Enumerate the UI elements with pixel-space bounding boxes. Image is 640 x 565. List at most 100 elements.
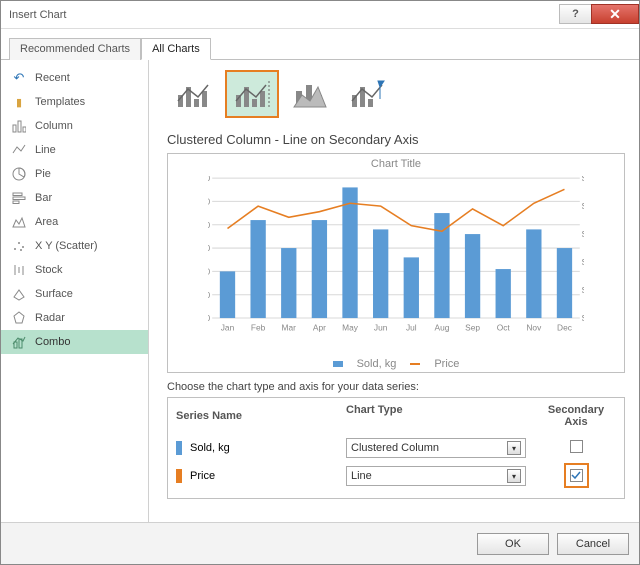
svg-text:100: 100	[208, 267, 210, 277]
sidebar-item-label: Templates	[35, 96, 85, 108]
svg-text:$1.00: $1.00	[582, 313, 584, 323]
sidebar-item-label: Radar	[35, 312, 65, 324]
subtype-row	[167, 70, 625, 118]
templates-icon: ▮	[11, 94, 27, 110]
help-button[interactable]: ?	[559, 4, 591, 24]
chart-category-sidebar: ↶ Recent ▮ Templates Column Line Pie B	[1, 60, 149, 522]
series-type-dropdown-1[interactable]: Clustered Column ▾	[346, 438, 526, 458]
chart-title: Chart Title	[168, 154, 624, 170]
sidebar-item-pie[interactable]: Pie	[1, 162, 148, 186]
window-title: Insert Chart	[9, 9, 559, 21]
chevron-down-icon: ▾	[507, 441, 521, 455]
series-swatch-1	[176, 441, 182, 455]
secondary-axis-checkbox-1[interactable]	[570, 440, 583, 453]
surface-icon	[11, 286, 27, 302]
sidebar-item-column[interactable]: Column	[1, 114, 148, 138]
sidebar-item-label: Column	[35, 120, 73, 132]
chart-subtype-name: Clustered Column - Line on Secondary Axi…	[167, 132, 625, 147]
chart-plot: Jan Feb Mar Apr May Jun Jul Aug Sep Oct Nov Dec 0 50…	[208, 176, 584, 333]
svg-text:Mar: Mar	[282, 323, 297, 333]
chart-legend: Sold, kg Price	[168, 358, 624, 370]
dialog-body: ↶ Recent ▮ Templates Column Line Pie B	[1, 60, 639, 522]
sidebar-item-label: Line	[35, 144, 56, 156]
series-row-2: Price Line ▾	[176, 462, 616, 490]
sidebar-item-combo[interactable]: Combo	[1, 330, 148, 354]
svg-text:Dec: Dec	[557, 323, 572, 333]
svg-text:$4.00: $4.00	[582, 229, 584, 239]
subtype-combo-3[interactable]	[283, 70, 337, 118]
svg-text:$6.00: $6.00	[582, 176, 584, 183]
svg-text:Aug: Aug	[435, 323, 450, 333]
titlebar: Insert Chart ? ✕	[1, 1, 639, 29]
sidebar-item-label: Stock	[35, 264, 63, 276]
radar-icon	[11, 310, 27, 326]
check-icon	[571, 470, 581, 480]
scatter-icon	[11, 238, 27, 254]
sidebar-item-label: X Y (Scatter)	[35, 240, 98, 252]
sidebar-item-surface[interactable]: Surface	[1, 282, 148, 306]
series-name-1: Sold, kg	[190, 442, 230, 454]
svg-text:Jan: Jan	[221, 323, 235, 333]
chevron-down-icon: ▾	[507, 469, 521, 483]
sidebar-item-templates[interactable]: ▮ Templates	[1, 90, 148, 114]
svg-text:300: 300	[208, 176, 210, 183]
svg-text:Oct: Oct	[497, 323, 511, 333]
secondary-axis-checkbox-2[interactable]	[570, 469, 583, 482]
sidebar-item-label: Recent	[35, 72, 70, 84]
sidebar-item-label: Area	[35, 216, 58, 228]
svg-text:May: May	[342, 323, 359, 333]
subtype-combo-4[interactable]	[341, 70, 395, 118]
svg-text:150: 150	[208, 243, 210, 253]
legend-swatch-1	[333, 361, 343, 367]
series-row-1: Sold, kg Clustered Column ▾	[176, 434, 616, 462]
header-series-name: Series Name	[176, 404, 346, 428]
svg-text:Apr: Apr	[313, 323, 326, 333]
svg-text:$2.00: $2.00	[582, 285, 584, 295]
bar-icon	[11, 190, 27, 206]
legend-label-2: Price	[434, 358, 459, 370]
tab-recommended[interactable]: Recommended Charts	[9, 38, 141, 60]
sidebar-item-area[interactable]: Area	[1, 210, 148, 234]
pie-icon	[11, 166, 27, 182]
tab-all-charts[interactable]: All Charts	[141, 38, 211, 60]
svg-text:50: 50	[208, 290, 210, 300]
svg-text:Sep: Sep	[465, 323, 480, 333]
svg-text:0: 0	[208, 313, 210, 323]
choose-series-label: Choose the chart type and axis for your …	[167, 381, 625, 393]
sidebar-item-recent[interactable]: ↶ Recent	[1, 66, 148, 90]
svg-text:200: 200	[208, 220, 210, 230]
legend-swatch-2	[410, 363, 420, 365]
subtype-combo-2[interactable]	[225, 70, 279, 118]
sidebar-item-label: Surface	[35, 288, 73, 300]
svg-text:Feb: Feb	[251, 323, 266, 333]
combo-icon	[11, 334, 27, 350]
sidebar-item-label: Combo	[35, 336, 70, 348]
svg-text:Jul: Jul	[406, 323, 417, 333]
insert-chart-dialog: Insert Chart ? ✕ Recommended Charts All …	[0, 0, 640, 565]
series-name-2: Price	[190, 470, 215, 482]
sidebar-item-bar[interactable]: Bar	[1, 186, 148, 210]
chart-preview: Chart Title Jan Feb Mar Apr May Jun Jul Aug Sep O…	[167, 153, 625, 373]
series-swatch-2	[176, 469, 182, 483]
series-type-value-1: Clustered Column	[351, 442, 439, 454]
recent-icon: ↶	[11, 70, 27, 86]
sidebar-item-scatter[interactable]: X Y (Scatter)	[1, 234, 148, 258]
area-icon	[11, 214, 27, 230]
svg-text:250: 250	[208, 197, 210, 207]
close-button[interactable]: ✕	[591, 4, 639, 24]
subtype-combo-1[interactable]	[167, 70, 221, 118]
column-icon	[11, 118, 27, 134]
series-type-dropdown-2[interactable]: Line ▾	[346, 466, 526, 486]
header-secondary-axis: Secondary Axis	[536, 404, 616, 428]
series-type-value-2: Line	[351, 470, 372, 482]
svg-text:Jun: Jun	[374, 323, 388, 333]
sidebar-item-line[interactable]: Line	[1, 138, 148, 162]
svg-text:Nov: Nov	[526, 323, 542, 333]
sidebar-item-radar[interactable]: Radar	[1, 306, 148, 330]
ok-button[interactable]: OK	[477, 533, 549, 555]
stock-icon	[11, 262, 27, 278]
sidebar-item-label: Pie	[35, 168, 51, 180]
line-icon	[11, 142, 27, 158]
cancel-button[interactable]: Cancel	[557, 533, 629, 555]
sidebar-item-stock[interactable]: Stock	[1, 258, 148, 282]
